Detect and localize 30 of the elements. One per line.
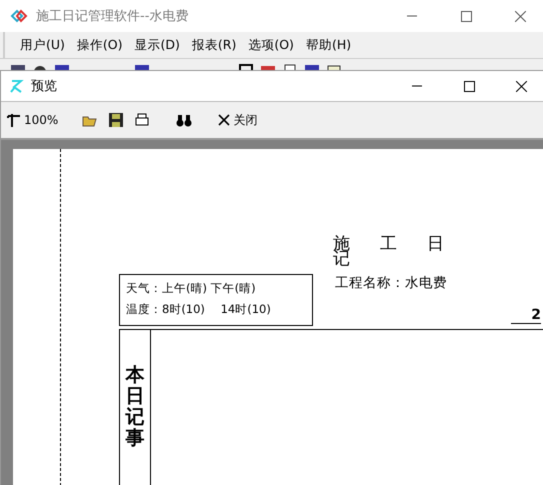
binoculars-icon[interactable] <box>176 112 192 128</box>
app-logo-icon <box>10 9 28 23</box>
menu-item[interactable]: 选项(O) <box>243 34 299 56</box>
zoom-button[interactable]: 100% <box>7 113 58 127</box>
menu-item[interactable]: 操作(O) <box>72 34 128 56</box>
maximize-icon[interactable] <box>460 10 472 22</box>
page-number: 2 <box>511 307 541 324</box>
menu-item[interactable]: 显示(D) <box>130 34 185 56</box>
close-icon[interactable] <box>218 114 230 126</box>
window-title: 预览 <box>31 78 57 95</box>
app-logo-icon <box>9 79 25 93</box>
weather-text: 天气：上午(晴) 下午(晴) <box>126 281 257 296</box>
zoom-icon[interactable] <box>7 113 21 127</box>
save-icon[interactable] <box>108 112 124 128</box>
minimize-icon[interactable] <box>412 85 422 87</box>
menu-item[interactable]: 用户(U) <box>15 34 70 56</box>
toolbar-icon[interactable] <box>238 63 254 71</box>
page-title: 施工日记 <box>333 237 475 267</box>
section-label: 本日记事 <box>126 365 144 449</box>
temperature-text: 温度：8时(10) 14时(10) <box>126 302 272 317</box>
close-button[interactable]: 关闭 <box>218 112 258 128</box>
print-icon[interactable] <box>134 112 150 128</box>
close-icon[interactable] <box>516 80 526 92</box>
minimize-icon[interactable] <box>407 15 417 17</box>
close-icon[interactable] <box>514 10 526 22</box>
maximize-icon[interactable] <box>464 80 474 92</box>
project-name: 工程名称：水电费 <box>335 274 447 292</box>
menu-item[interactable]: 报表(R) <box>186 34 242 56</box>
menu-item[interactable]: 帮助(H) <box>300 34 356 56</box>
window-title: 施工日记管理软件--水电费 <box>36 8 188 25</box>
